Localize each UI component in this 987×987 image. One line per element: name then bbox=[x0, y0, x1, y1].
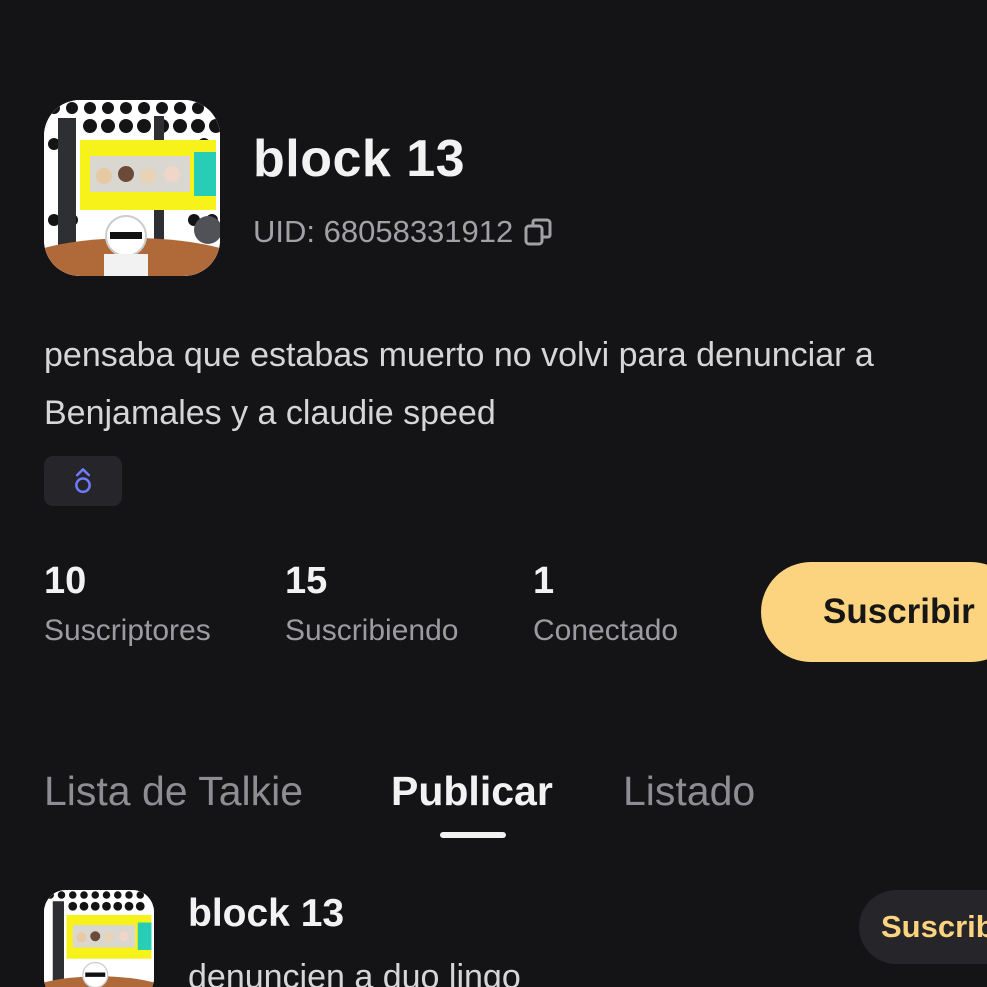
tab-talkie-list[interactable]: Lista de Talkie bbox=[44, 760, 303, 822]
stat-connected-label: Conectado bbox=[533, 614, 679, 647]
stat-subscribing-value: 15 bbox=[285, 560, 328, 602]
male-symbol-icon bbox=[75, 468, 91, 494]
uid-row: UID: 68058331912 bbox=[253, 212, 553, 252]
stat-subscribers[interactable]: 10 Suscriptores bbox=[44, 556, 211, 656]
copy-icon[interactable] bbox=[523, 217, 553, 247]
post-subscribe-button[interactable]: Suscribir bbox=[859, 890, 987, 964]
subscribe-button[interactable]: Suscribir bbox=[761, 562, 987, 662]
stat-subscribers-value: 10 bbox=[44, 560, 87, 602]
profile-tabs: Lista de Talkie Publicar Listado bbox=[0, 760, 987, 850]
stat-connected-value: 1 bbox=[533, 560, 555, 602]
tab-publish[interactable]: Publicar bbox=[391, 760, 553, 822]
avatar-image bbox=[44, 100, 220, 276]
profile-avatar[interactable] bbox=[44, 100, 220, 276]
post-text: denuncien a duo lingo bbox=[188, 958, 521, 987]
avatar-image bbox=[44, 890, 154, 987]
profile-name: block 13 bbox=[253, 130, 466, 188]
post-author-name: block 13 bbox=[188, 892, 345, 935]
stat-connected[interactable]: 1 Conectado bbox=[533, 556, 678, 656]
stat-subscribers-label: Suscriptores bbox=[44, 614, 211, 647]
stat-subscribing-label: Suscribiendo bbox=[285, 614, 459, 647]
profile-page: block 13 UID: 68058331912 pensaba que es… bbox=[0, 0, 987, 987]
post-author-avatar[interactable] bbox=[44, 890, 154, 987]
profile-bio: pensaba que estabas muerto no volvi para… bbox=[44, 336, 874, 432]
stat-subscribing[interactable]: 15 Suscribiendo bbox=[285, 556, 458, 656]
tab-listing[interactable]: Listado bbox=[623, 760, 755, 822]
uid-text: UID: 68058331912 bbox=[253, 214, 514, 249]
active-tab-indicator bbox=[440, 832, 506, 838]
gender-tag bbox=[44, 456, 122, 506]
